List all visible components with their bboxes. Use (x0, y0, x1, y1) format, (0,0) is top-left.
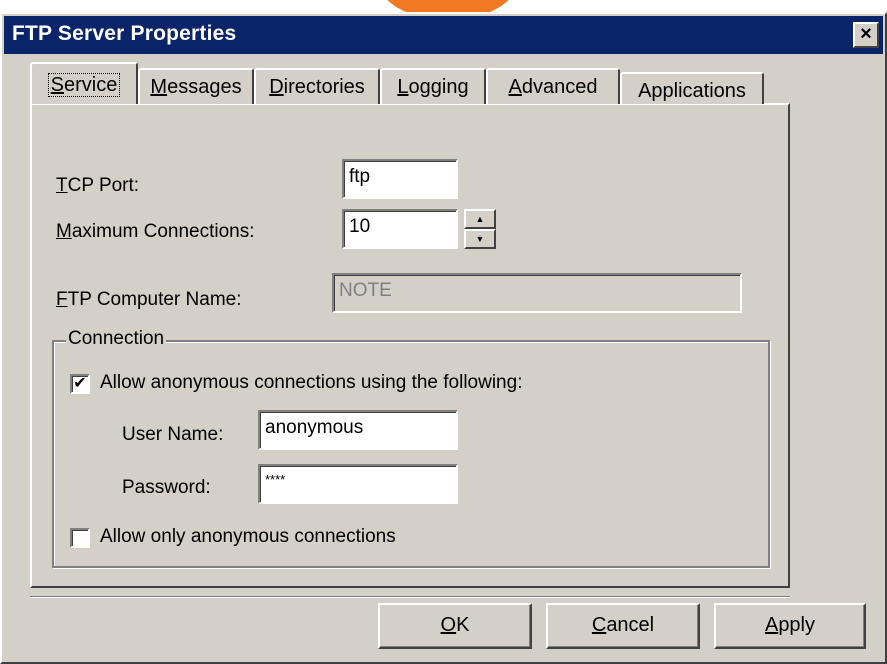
spin-down-icon[interactable]: ▼ (464, 229, 496, 249)
tab-applications[interactable]: Applications (620, 72, 764, 104)
connection-group: Connection ✔ Allow anonymous connections… (52, 328, 770, 568)
max-connections-input[interactable]: 10 (342, 209, 458, 249)
ok-button[interactable]: OK (378, 603, 532, 649)
connection-group-label: Connection (66, 328, 167, 350)
only-anonymous-label: Allow only anonymous connections (100, 526, 396, 547)
tab-service[interactable]: Service (30, 62, 138, 104)
service-tab-panel: TCP Port: ftp Maximum Connections: 10 ▲ … (30, 103, 790, 588)
cancel-button[interactable]: Cancel (546, 603, 700, 649)
user-name-label: User Name: (122, 424, 224, 445)
tab-directories[interactable]: Directories (254, 68, 380, 104)
tab-advanced[interactable]: Advanced (486, 68, 620, 104)
max-connections-spinner: ▲ ▼ (464, 209, 496, 249)
title-bar: FTP Server Properties × (4, 16, 883, 54)
max-connections-label: Maximum Connections: (56, 221, 255, 242)
computer-name-input: NOTE (332, 273, 742, 313)
spin-up-icon[interactable]: ▲ (464, 209, 496, 229)
tab-logging[interactable]: Logging (380, 68, 486, 104)
tab-strip: Service Messages Directories Logging Adv… (30, 62, 790, 104)
close-icon[interactable]: × (853, 22, 879, 48)
user-name-input[interactable]: anonymous (258, 410, 458, 450)
only-anonymous-checkbox[interactable] (70, 528, 90, 548)
allow-anonymous-label: Allow anonymous connections using the fo… (100, 372, 523, 393)
button-divider (30, 596, 790, 598)
allow-anonymous-checkbox[interactable]: ✔ (70, 374, 90, 394)
password-label: Password: (122, 477, 211, 498)
window-title: FTP Server Properties (12, 22, 237, 45)
password-input[interactable]: **** (258, 464, 458, 504)
apply-button[interactable]: Apply (714, 603, 866, 649)
computer-name-label: FTP Computer Name: (56, 289, 242, 310)
tcp-port-label: TCP Port: (56, 175, 140, 196)
tab-messages[interactable]: Messages (138, 68, 254, 104)
tcp-port-input[interactable]: ftp (342, 159, 458, 199)
